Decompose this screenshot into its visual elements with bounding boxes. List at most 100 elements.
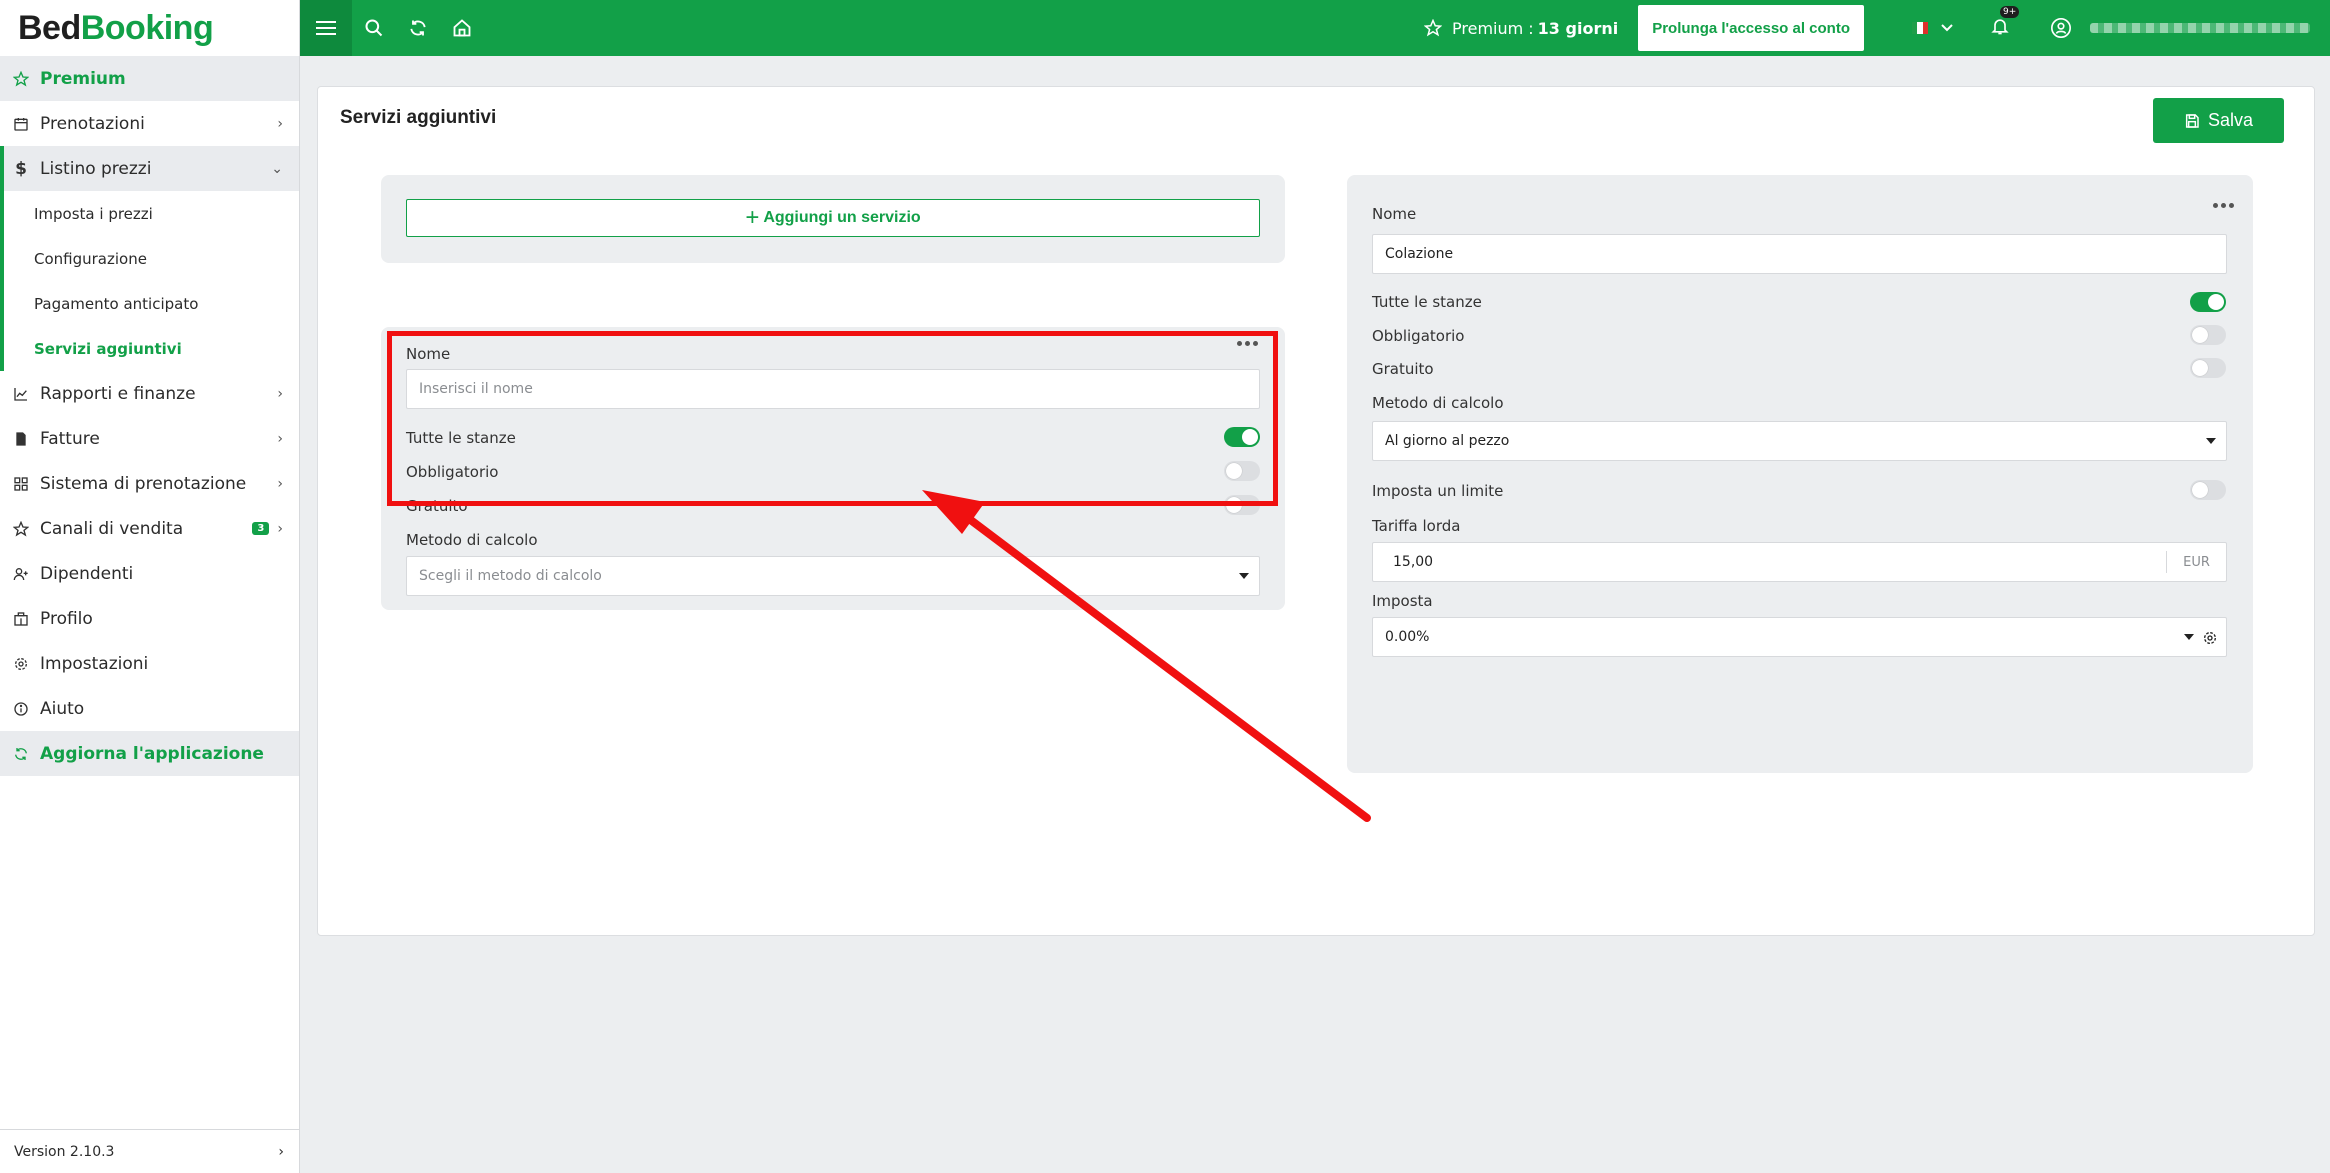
main-card: Servizi aggiuntivi Salva + Aggiungi un s… (317, 86, 2315, 936)
calc-method-placeholder: Scegli il metodo di calcolo (419, 568, 602, 584)
sidebar-subitem-configuration[interactable]: Configurazione (4, 236, 299, 281)
info-icon (12, 700, 30, 718)
prolong-access-button[interactable]: Prolunga l'accesso al conto (1638, 5, 1864, 51)
star-icon (12, 70, 30, 88)
dollar-icon: $ (15, 158, 27, 179)
annotation-highlight-box (387, 331, 1278, 506)
home-button[interactable] (440, 0, 484, 56)
sidebar-item-label: Aiuto (40, 698, 85, 719)
bell-icon (1991, 19, 2009, 35)
sidebar-item-employees[interactable]: Dipendenti (0, 551, 299, 596)
sidebar-item-settings[interactable]: Impostazioni (0, 641, 299, 686)
sidebar-item-label: Dipendenti (40, 563, 134, 584)
dropdown-caret-icon (1239, 573, 1249, 579)
menu-toggle-button[interactable] (300, 0, 352, 56)
free-toggle[interactable] (2190, 358, 2226, 378)
currency-suffix: EUR (2166, 551, 2226, 573)
sidebar-item-booking-system[interactable]: Sistema di prenotazione › (0, 461, 299, 506)
sidebar-item-profile[interactable]: Profilo (0, 596, 299, 641)
sidebar-item-label: Sistema di prenotazione (40, 473, 247, 494)
hamburger-icon (316, 21, 336, 35)
invoice-icon (12, 430, 30, 448)
sidebar-item-reports[interactable]: Rapporti e finanze › (0, 371, 299, 416)
sidebar-subitem-extra-services[interactable]: Servizi aggiuntivi (4, 326, 299, 371)
calc-method-select[interactable]: Scegli il metodo di calcolo (406, 556, 1260, 596)
app-logo[interactable]: Bed Booking (0, 0, 299, 56)
premium-status[interactable]: Premium : 13 giorni (1424, 19, 1618, 38)
sidebar-item-label: Aggiorna l'applicazione (40, 743, 264, 764)
chevron-right-icon: › (277, 475, 283, 492)
version-label: Version 2.10.3 (14, 1143, 115, 1160)
gross-rate-label: Tariffa lorda (1372, 517, 1461, 535)
tax-select[interactable]: 0.00% (1372, 617, 2227, 657)
notifications-button[interactable]: 9+ (1990, 6, 2020, 40)
gross-rate-input[interactable]: 15,00 EUR (1372, 542, 2227, 582)
set-limit-toggle[interactable] (2190, 480, 2226, 500)
set-limit-label: Imposta un limite (1372, 482, 1504, 500)
italy-flag-icon (1912, 22, 1928, 34)
calc-method-value: Al giorno al pezzo (1385, 433, 1510, 449)
add-service-label: Aggiungi un servizio (763, 209, 921, 226)
calc-method-select[interactable]: Al giorno al pezzo (1372, 421, 2227, 461)
logo-part-2: Booking (80, 8, 214, 47)
sidebar-item-sales-channels[interactable]: Canali di vendita 3 › (0, 506, 299, 551)
chevron-right-icon: › (277, 430, 283, 447)
mandatory-label: Obbligatorio (1372, 327, 1465, 345)
tax-value: 0.00% (1385, 629, 1430, 645)
sidebar-item-label: Canali di vendita (40, 518, 184, 539)
sidebar-item-label: Listino prezzi (40, 158, 152, 179)
tax-label: Imposta (1372, 592, 1433, 610)
sidebar-item-label: Fatture (40, 428, 100, 449)
notifications-badge: 9+ (2000, 6, 2020, 18)
gear-icon (12, 655, 30, 673)
sidebar-item-label: Impostazioni (40, 653, 149, 674)
sidebar-item-label: Premium (40, 68, 126, 89)
refresh-icon (12, 745, 30, 763)
star-icon (1424, 19, 1442, 37)
chevron-right-icon: › (277, 385, 283, 402)
refresh-button[interactable] (396, 0, 440, 56)
home-icon (453, 19, 471, 37)
user-menu[interactable] (2050, 17, 2310, 39)
floppy-icon (2185, 113, 2199, 128)
price-list-submenu: Imposta i prezzi Configurazione Pagament… (0, 191, 299, 371)
sidebar-item-reservations[interactable]: Prenotazioni › (0, 101, 299, 146)
chevron-right-icon: › (277, 520, 283, 537)
dropdown-caret-icon (2184, 634, 2194, 640)
sidebar-item-help[interactable]: Aiuto (0, 686, 299, 731)
version-info[interactable]: Version 2.10.3 › (0, 1129, 300, 1173)
sidebar-item-update-app[interactable]: Aggiorna l'applicazione (0, 731, 299, 776)
all-rooms-toggle[interactable] (2190, 292, 2226, 312)
premium-label: Premium : (1452, 18, 1534, 38)
name-input[interactable]: Colazione (1372, 234, 2227, 274)
topbar: Premium : 13 giorni Prolunga l'accesso a… (300, 0, 2330, 56)
grid-icon (12, 475, 30, 493)
mandatory-toggle[interactable] (2190, 325, 2226, 345)
user-plus-icon (12, 565, 30, 583)
language-selector[interactable] (1912, 22, 1954, 34)
star-icon (12, 520, 30, 538)
more-options-icon[interactable] (2213, 203, 2234, 208)
search-button[interactable] (352, 0, 396, 56)
sidebar-item-premium[interactable]: Premium (0, 56, 299, 101)
logo-part-1: Bed (18, 8, 81, 47)
sidebar-item-price-list[interactable]: $ Listino prezzi ⌄ (0, 146, 299, 191)
sidebar-subitem-set-prices[interactable]: Imposta i prezzi (4, 191, 299, 236)
search-icon (365, 19, 383, 37)
sidebar-subitem-prepayment[interactable]: Pagamento anticipato (4, 281, 299, 326)
sidebar-item-label: Profilo (40, 608, 93, 629)
gear-icon[interactable] (2202, 630, 2218, 646)
save-button[interactable]: Salva (2153, 98, 2284, 143)
premium-days: 13 giorni (1537, 18, 1619, 38)
free-label: Gratuito (1372, 360, 1434, 378)
calc-method-label: Metodo di calcolo (406, 531, 538, 549)
sidebar-item-invoices[interactable]: Fatture › (0, 416, 299, 461)
existing-service-panel: Nome Colazione Tutte le stanze Obbligato… (1347, 175, 2253, 773)
name-label: Nome (1372, 205, 1417, 223)
gross-rate-value: 15,00 (1393, 554, 1434, 570)
chevron-down-icon (1941, 24, 1953, 32)
refresh-icon (410, 20, 426, 36)
plus-icon: + (745, 204, 760, 231)
add-service-button[interactable]: + Aggiungi un servizio (406, 199, 1260, 237)
chevron-right-icon: › (277, 115, 283, 132)
